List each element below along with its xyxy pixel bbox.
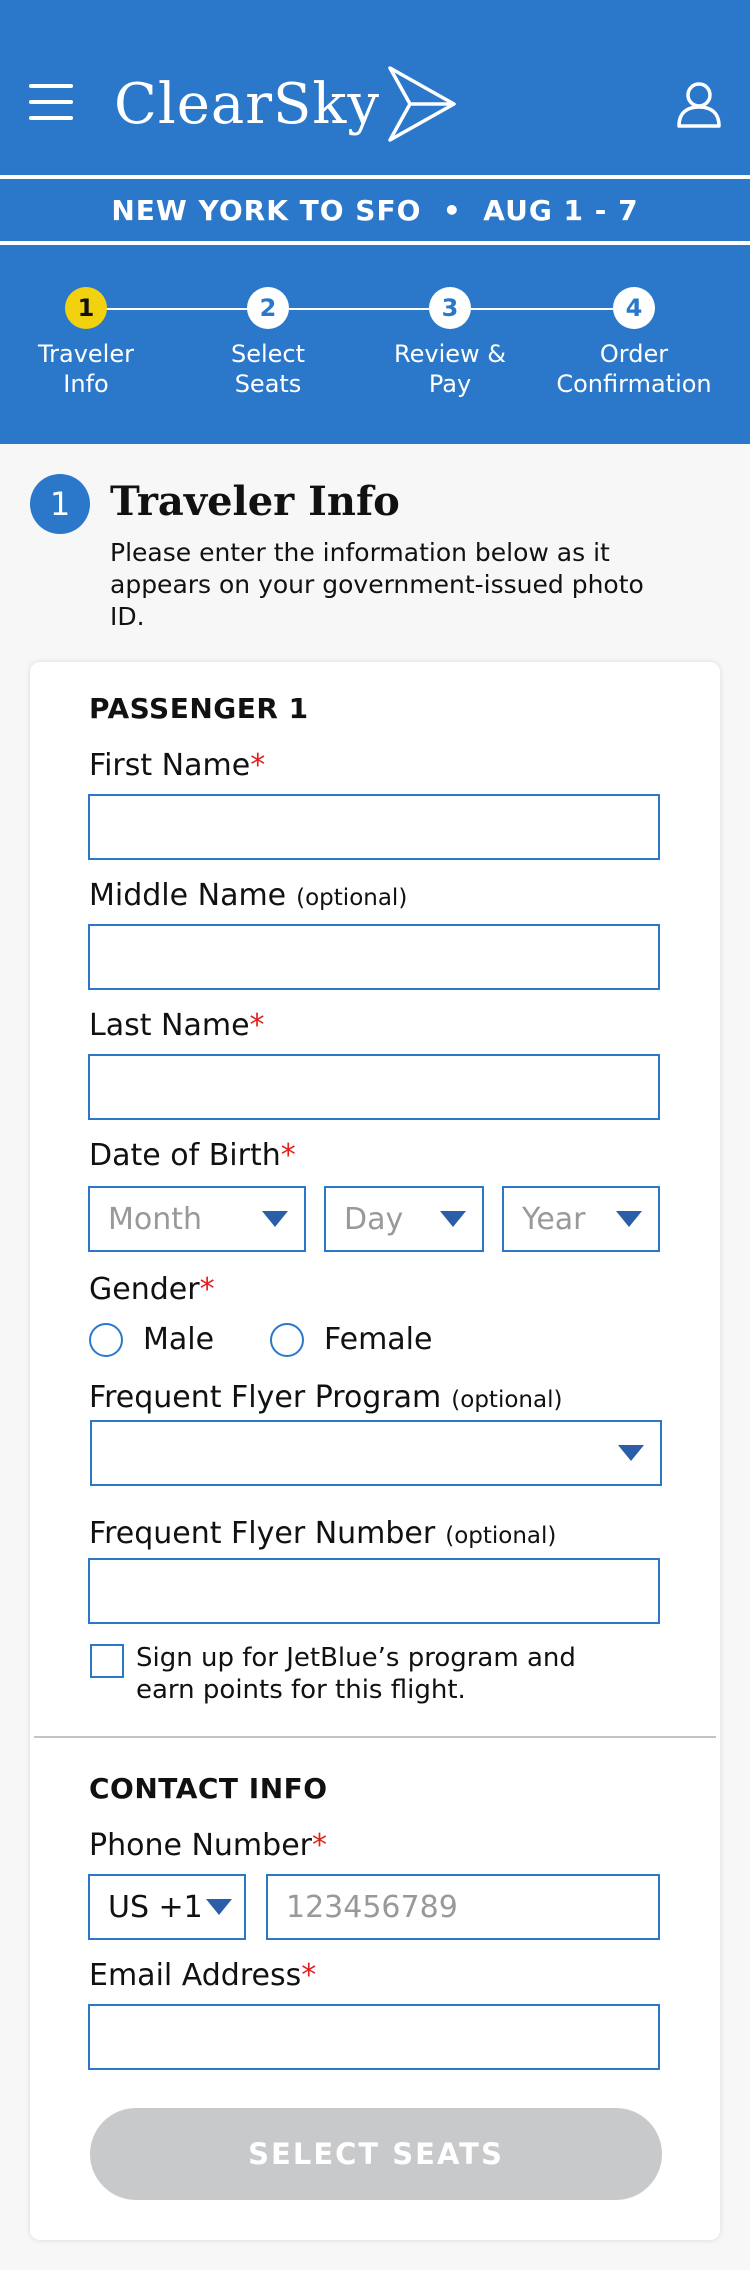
ff-number-input[interactable] (88, 1558, 660, 1624)
user-account-icon[interactable] (676, 80, 722, 128)
gender-label: Gender* (89, 1272, 215, 1307)
dob-day-value: Day (344, 1201, 404, 1237)
caret-down-icon (262, 1211, 288, 1227)
signup-checkbox[interactable] (90, 1644, 124, 1678)
paper-plane-icon (388, 66, 456, 142)
section-number-badge: 1 (30, 474, 90, 534)
ff-program-select[interactable] (90, 1420, 662, 1486)
step-order-confirmation[interactable]: 4 Order Confirmation (544, 287, 724, 399)
caret-down-icon (440, 1211, 466, 1227)
step-number: 4 (613, 287, 655, 329)
ff-number-label: Frequent Flyer Number (optional) (89, 1516, 557, 1551)
step-number: 2 (247, 287, 289, 329)
first-name-label: First Name* (89, 748, 266, 783)
step-label: Review & Pay (394, 340, 506, 398)
trip-summary-bar: NEW YORK TO SFO • AUG 1 - 7 (0, 175, 750, 245)
app-header: ClearSky NEW YORK TO SFO • AUG 1 - 7 1 T… (0, 0, 750, 444)
phone-number-input[interactable]: 123456789 (266, 1874, 660, 1940)
country-code-value: US +1 (108, 1889, 203, 1925)
dob-month-select[interactable]: Month (88, 1186, 306, 1252)
ff-program-label: Frequent Flyer Program (optional) (89, 1380, 563, 1415)
contact-heading: CONTACT INFO (89, 1772, 328, 1805)
gender-option-label: Male (143, 1322, 215, 1357)
middle-name-label: Middle Name (optional) (89, 878, 408, 913)
step-number: 3 (429, 287, 471, 329)
middle-name-input[interactable] (88, 924, 660, 990)
step-review-pay[interactable]: 3 Review & Pay (360, 287, 540, 399)
page-title: Traveler Info (110, 478, 400, 525)
step-number: 1 (65, 287, 107, 329)
phone-placeholder: 123456789 (286, 1889, 458, 1925)
dob-year-value: Year (522, 1201, 586, 1237)
first-name-input[interactable] (88, 794, 660, 860)
gender-option-label: Female (324, 1322, 433, 1357)
country-code-select[interactable]: US +1 (88, 1874, 246, 1940)
caret-down-icon (618, 1445, 644, 1461)
step-traveler-info[interactable]: 1 Traveler Info (0, 287, 176, 399)
passenger-heading: PASSENGER 1 (89, 692, 309, 725)
dob-label: Date of Birth* (89, 1138, 296, 1173)
phone-label: Phone Number* (89, 1828, 327, 1863)
select-seats-button[interactable]: SELECT SEATS (90, 2108, 662, 2200)
step-select-seats[interactable]: 2 Select Seats (178, 287, 358, 399)
email-input[interactable] (88, 2004, 660, 2070)
logo-text: ClearSky (114, 71, 380, 137)
hamburger-menu-icon[interactable] (29, 84, 73, 120)
logo[interactable]: ClearSky (114, 64, 458, 144)
caret-down-icon (206, 1899, 232, 1915)
gender-male-radio[interactable]: Male (89, 1322, 214, 1357)
signup-text: Sign up for JetBlue’s program and earn p… (136, 1643, 576, 1705)
radio-circle-icon (89, 1322, 123, 1357)
dob-year-select[interactable]: Year (502, 1186, 660, 1252)
caret-down-icon (616, 1211, 642, 1227)
gender-female-radio[interactable]: Female (270, 1322, 432, 1357)
traveler-form-card: PASSENGER 1 First Name* Middle Name (opti… (30, 662, 720, 2240)
last-name-input[interactable] (88, 1054, 660, 1120)
top-bar: ClearSky (0, 0, 750, 175)
section-divider (34, 1736, 716, 1738)
section-description: Please enter the information below as it… (110, 538, 644, 631)
trip-summary: NEW YORK TO SFO • AUG 1 - 7 (111, 193, 639, 227)
progress-steps: 1 Traveler Info 2 Select Seats 3 Review … (0, 245, 750, 444)
email-label: Email Address* (89, 1958, 317, 1993)
dob-month-value: Month (108, 1201, 203, 1237)
step-label: Traveler Info (38, 340, 134, 398)
step-label: Order Confirmation (556, 340, 712, 398)
step-label: Select Seats (230, 340, 306, 398)
radio-circle-icon (270, 1322, 304, 1357)
last-name-label: Last Name* (89, 1008, 265, 1043)
dob-day-select[interactable]: Day (324, 1186, 484, 1252)
